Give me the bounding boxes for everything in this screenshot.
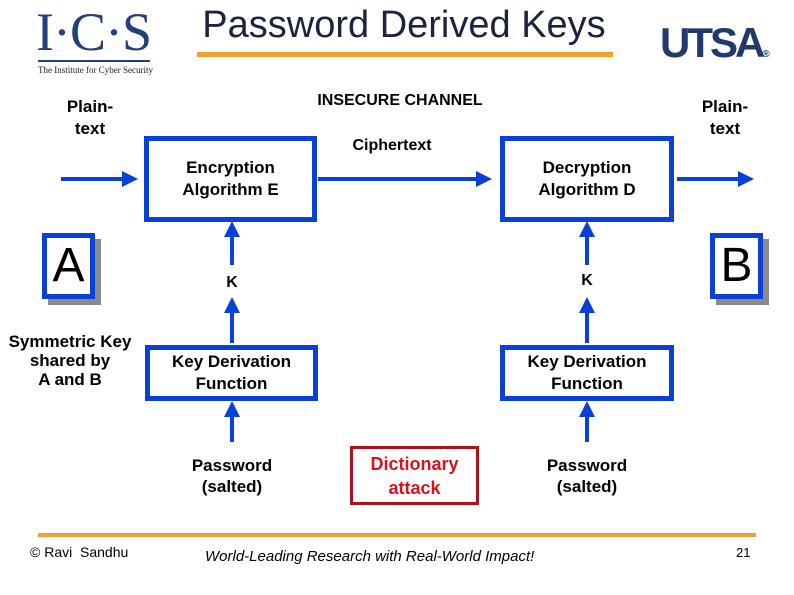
plaintext-left-label: Plain- text: [66, 97, 114, 138]
plaintext-right-label: Plain- text: [701, 97, 749, 138]
password-label-right: Password (salted): [546, 456, 628, 496]
copyright-text: © Ravi Sandhu: [30, 544, 129, 560]
insecure-channel-label: INSECURE CHANNEL: [317, 92, 483, 109]
password-label-left: Password (salted): [191, 456, 273, 496]
footer-rule: [38, 533, 756, 537]
key-label-right: K: [581, 272, 593, 289]
footer-tagline: World-Leading Research with Real-World I…: [205, 548, 535, 565]
kdf-box-left: Key Derivation Function: [145, 345, 318, 401]
party-a-box: A: [42, 233, 95, 299]
encryption-algorithm-box: Encryption Algorithm E: [144, 136, 317, 222]
decryption-algorithm-box: Decryption Algorithm D: [500, 136, 674, 222]
page-number: 21: [736, 545, 751, 560]
kdf-box-right: Key Derivation Function: [500, 345, 674, 401]
ciphertext-label: Ciphertext: [352, 137, 432, 154]
party-b-box: B: [710, 233, 763, 299]
dictionary-attack-box: Dictionary attack: [350, 446, 479, 505]
shared-key-label: Symmetric Key shared by A and B: [8, 332, 132, 389]
key-label-left: K: [226, 274, 238, 291]
